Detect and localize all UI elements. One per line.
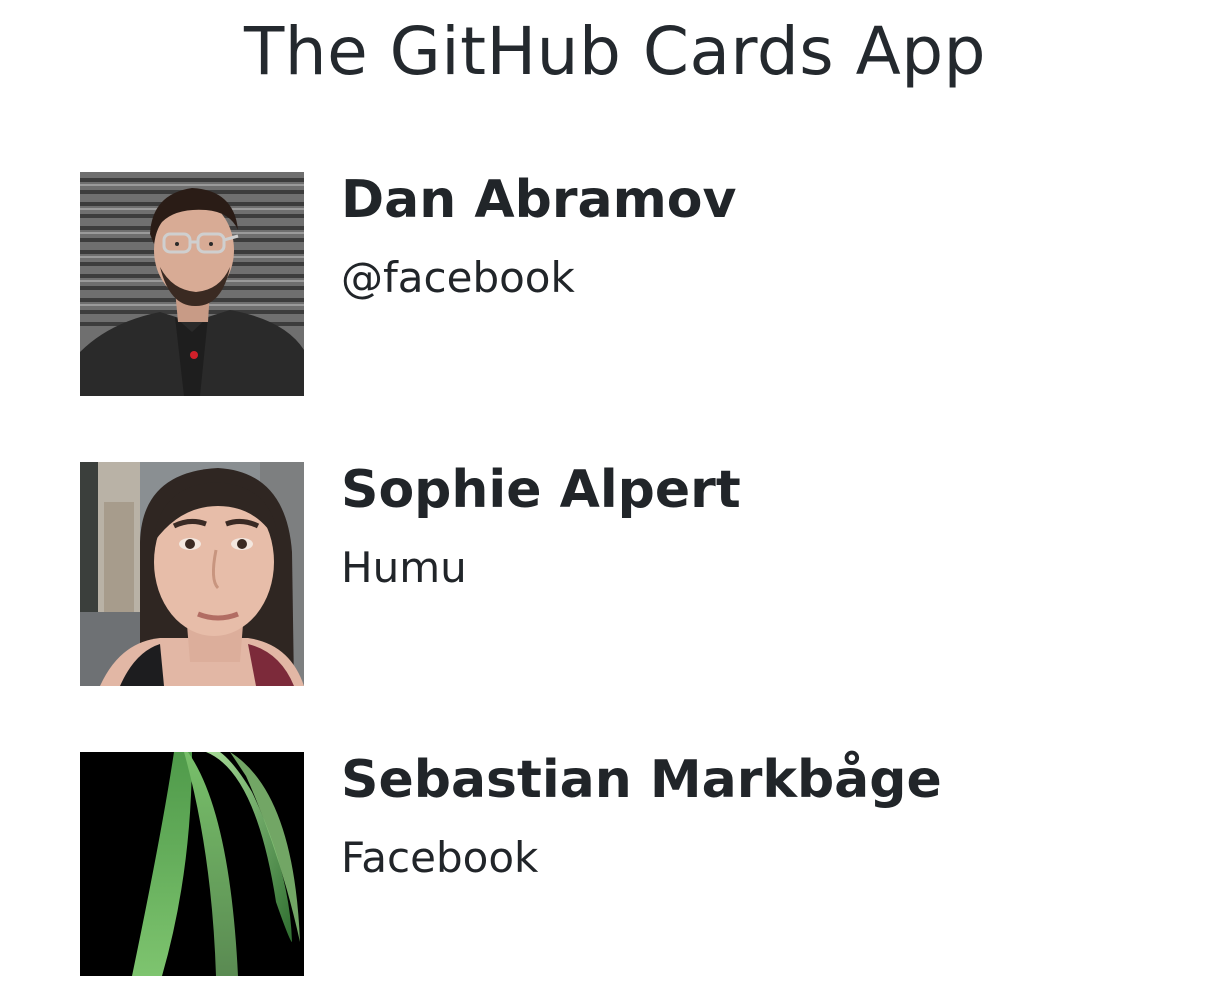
github-profile-card: Dan Abramov @facebook [80,172,1180,396]
github-profile-card: Sebastian Markbåge Facebook [80,752,1180,976]
profile-name: Sophie Alpert [341,460,741,520]
app-title: The GitHub Cards App [243,13,987,90]
profile-name: Sebastian Markbåge [341,750,942,810]
github-profile-card: Sophie Alpert Humu [80,462,1180,686]
card-info: Sophie Alpert Humu [341,462,741,592]
profile-company: Facebook [341,833,539,882]
card-info: Dan Abramov @facebook [341,172,736,302]
avatar [80,172,304,396]
avatar [80,462,304,686]
card-info: Sebastian Markbåge Facebook [341,752,942,882]
profile-company: Humu [341,543,467,592]
profile-company: @facebook [341,253,575,302]
profile-name: Dan Abramov [341,170,737,230]
avatar [80,752,304,976]
